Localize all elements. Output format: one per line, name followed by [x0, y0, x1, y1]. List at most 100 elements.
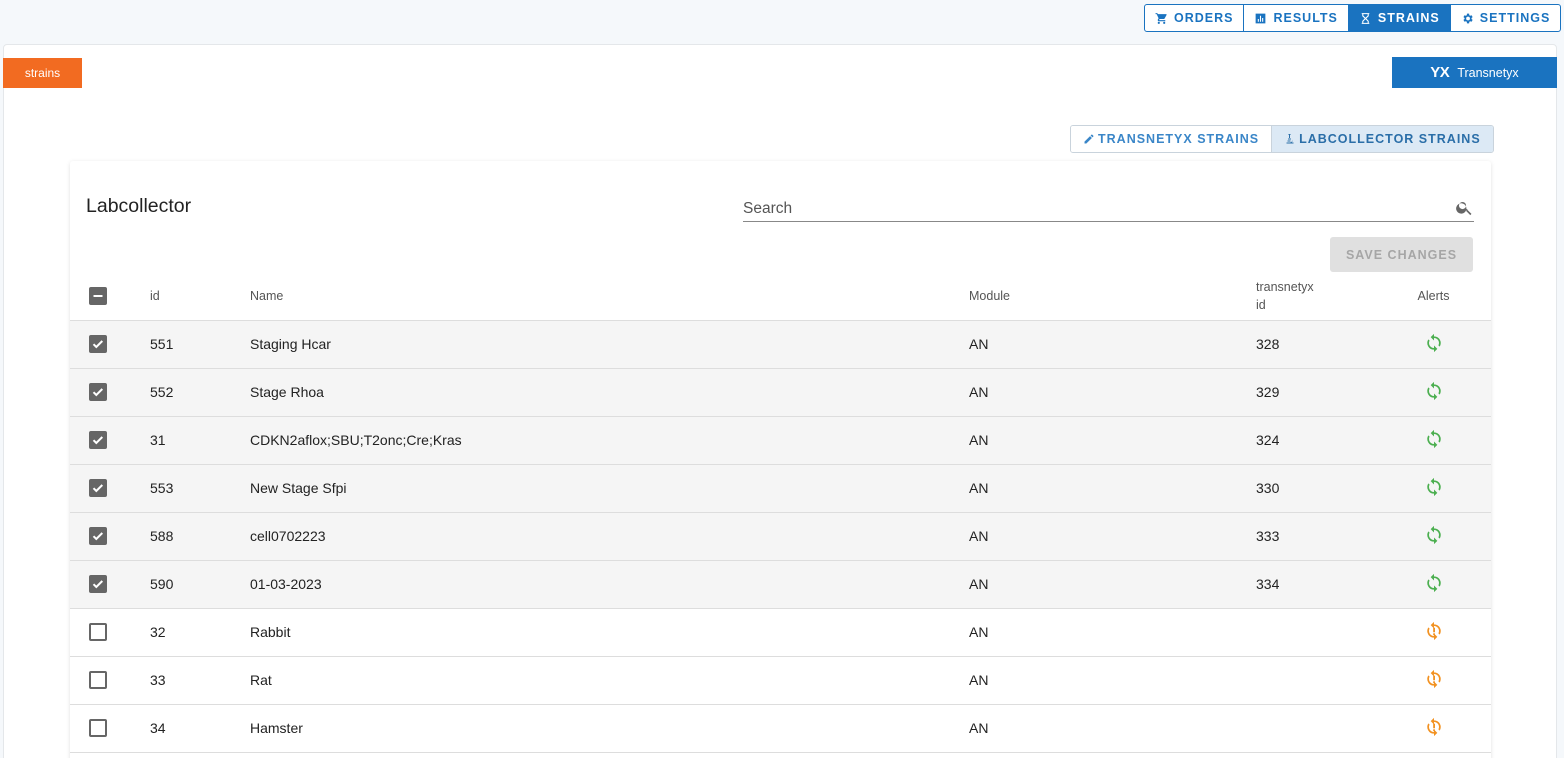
table-row[interactable]: 552 Stage Rhoa AN 329	[70, 368, 1491, 417]
save-changes-button[interactable]: SAVE CHANGES	[1330, 237, 1473, 272]
row-module: AN	[969, 512, 1256, 561]
row-select-cell	[70, 656, 150, 705]
row-alert	[1376, 608, 1491, 657]
nav-settings[interactable]: SETTINGS	[1451, 5, 1561, 31]
cart-icon	[1155, 12, 1167, 24]
select-all-cell	[70, 272, 150, 321]
row-transnetyx-id	[1256, 656, 1376, 705]
row-checkbox[interactable]	[89, 431, 107, 449]
row-alert	[1376, 656, 1491, 705]
row-checkbox[interactable]	[89, 335, 107, 353]
hourglass-icon	[1361, 12, 1370, 24]
row-module: AN	[969, 656, 1256, 705]
sync-warning-icon[interactable]	[1423, 668, 1445, 690]
sync-icon[interactable]	[1423, 332, 1445, 354]
row-checkbox[interactable]	[89, 527, 107, 545]
search-field	[743, 191, 1474, 222]
select-all-checkbox[interactable]	[89, 286, 107, 305]
row-checkbox[interactable]	[89, 383, 107, 401]
chart-icon	[1256, 13, 1266, 23]
sync-icon[interactable]	[1423, 476, 1445, 498]
sync-icon[interactable]	[1423, 380, 1445, 402]
brand-logo: YX	[1430, 64, 1450, 81]
nav-results[interactable]: RESULTS	[1244, 5, 1349, 31]
section-tag: strains	[3, 58, 82, 88]
nav-orders[interactable]: ORDERS	[1145, 5, 1245, 31]
sync-icon[interactable]	[1423, 524, 1445, 546]
row-id: 33	[150, 656, 250, 705]
row-checkbox[interactable]	[89, 623, 107, 641]
col-header-id[interactable]: id	[150, 272, 250, 321]
sync-icon[interactable]	[1423, 428, 1445, 450]
table-row[interactable]: 33 Rat AN	[70, 656, 1491, 705]
col-header-transnetyx-id-line1: transnetyx	[1256, 279, 1314, 294]
minus-icon	[93, 294, 103, 297]
tab-labcollector-strains[interactable]: LABCOLLECTOR STRAINS	[1271, 126, 1493, 152]
col-header-transnetyx-id[interactable]: transnetyx id	[1256, 272, 1376, 321]
sync-icon[interactable]	[1423, 572, 1445, 594]
row-select-cell	[70, 464, 150, 513]
row-id: 34	[150, 704, 250, 753]
row-alert	[1376, 416, 1491, 465]
row-name: Stage Rhoa	[250, 368, 969, 417]
row-select-cell	[70, 560, 150, 609]
row-module: AN	[969, 464, 1256, 513]
row-checkbox[interactable]	[89, 479, 107, 497]
row-transnetyx-id: 330	[1256, 464, 1376, 513]
row-transnetyx-id	[1256, 704, 1376, 753]
gear-icon	[1463, 13, 1473, 23]
row-module: AN	[969, 368, 1256, 417]
search-input[interactable]	[743, 194, 1423, 218]
table-row[interactable]: 551 Staging Hcar AN 328	[70, 320, 1491, 369]
row-alert	[1376, 320, 1491, 369]
row-id: 31	[150, 416, 250, 465]
table-row[interactable]: 553 New Stage Sfpi AN 330	[70, 464, 1491, 513]
table-row[interactable]: 32 Rabbit AN	[70, 608, 1491, 657]
row-transnetyx-id: 333	[1256, 512, 1376, 561]
nav-orders-label: ORDERS	[1174, 11, 1234, 25]
table-row[interactable]: 34 Hamster AN	[70, 704, 1491, 753]
tab-transnetyx-label: TRANSNETYX STRAINS	[1098, 132, 1260, 146]
row-name: Rabbit	[250, 608, 969, 657]
table-header: id Name Module transnetyx id Alerts	[70, 272, 1491, 321]
row-select-cell	[70, 416, 150, 465]
row-id: 552	[150, 368, 250, 417]
row-module: AN	[969, 608, 1256, 657]
strains-table: id Name Module transnetyx id Alerts 551 …	[70, 272, 1491, 753]
row-alert	[1376, 368, 1491, 417]
row-name: Rat	[250, 656, 969, 705]
row-checkbox[interactable]	[89, 671, 107, 689]
col-header-module[interactable]: Module	[969, 272, 1256, 321]
row-id: 32	[150, 608, 250, 657]
row-transnetyx-id: 334	[1256, 560, 1376, 609]
row-alert	[1376, 512, 1491, 561]
row-name: Staging Hcar	[250, 320, 969, 369]
table-row[interactable]: 590 01-03-2023 AN 334	[70, 560, 1491, 609]
sync-warning-icon[interactable]	[1423, 620, 1445, 642]
tab-transnetyx-strains[interactable]: TRANSNETYX STRAINS	[1071, 126, 1272, 152]
row-checkbox[interactable]	[89, 575, 107, 593]
row-transnetyx-id: 329	[1256, 368, 1376, 417]
table-row[interactable]: 588 cell0702223 AN 333	[70, 512, 1491, 561]
row-id: 588	[150, 512, 250, 561]
row-transnetyx-id	[1256, 608, 1376, 657]
table-row[interactable]: 31 CDKN2aflox;SBU;T2onc;Cre;Kras AN 324	[70, 416, 1491, 465]
sync-warning-icon[interactable]	[1423, 716, 1445, 738]
brand-badge[interactable]: YX Transnetyx	[1392, 57, 1557, 88]
col-header-name[interactable]: Name	[250, 272, 969, 321]
col-header-alerts: Alerts	[1376, 272, 1491, 321]
nav-results-label: RESULTS	[1273, 11, 1338, 25]
row-id: 590	[150, 560, 250, 609]
search-icon[interactable]	[1455, 198, 1474, 217]
row-alert	[1376, 704, 1491, 753]
row-module: AN	[969, 560, 1256, 609]
row-checkbox[interactable]	[89, 719, 107, 737]
top-nav: ORDERS RESULTS STRAINS SETTINGS	[1144, 4, 1562, 32]
card-title: Labcollector	[86, 195, 192, 217]
row-name: 01-03-2023	[250, 560, 969, 609]
microscope-icon	[1286, 134, 1294, 144]
nav-strains[interactable]: STRAINS	[1348, 5, 1451, 31]
row-module: AN	[969, 416, 1256, 465]
row-name: CDKN2aflox;SBU;T2onc;Cre;Kras	[250, 416, 969, 465]
table-body: 551 Staging Hcar AN 328 552 Stage Rhoa A…	[70, 320, 1491, 753]
